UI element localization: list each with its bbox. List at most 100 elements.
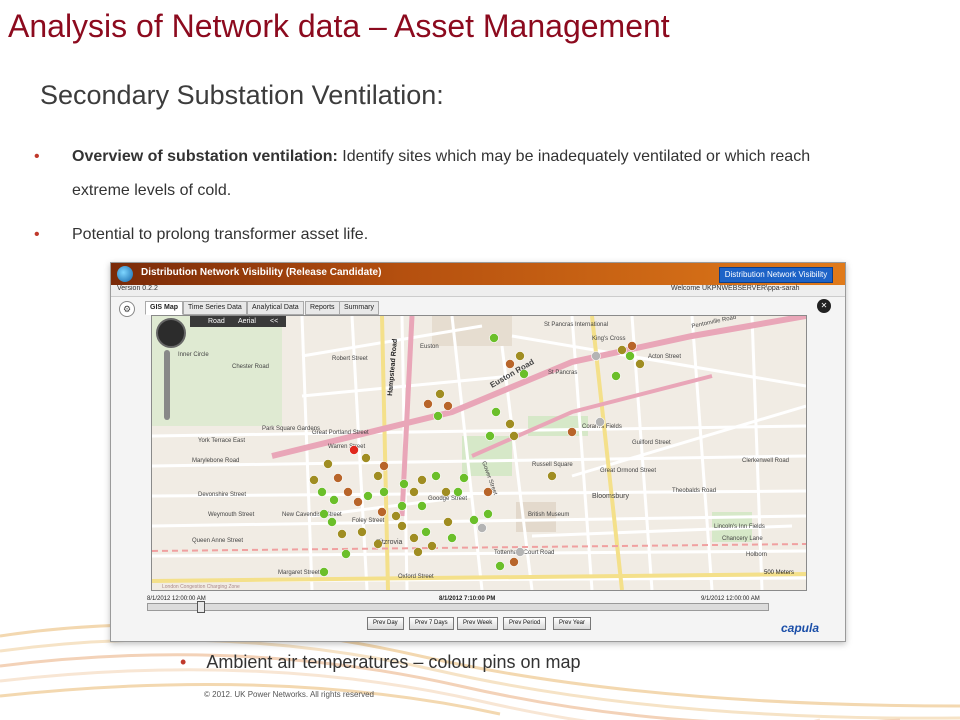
app-screenshot: Distribution Network Visibility (Release… — [110, 262, 846, 642]
temperature-pin[interactable] — [353, 497, 363, 507]
map-label: Guilford Street — [632, 440, 671, 446]
temperature-pin[interactable] — [435, 389, 445, 399]
temperature-pin[interactable] — [421, 527, 431, 537]
temperature-pin[interactable] — [399, 479, 409, 489]
temperature-pin[interactable] — [363, 491, 373, 501]
temperature-pin[interactable] — [591, 351, 601, 361]
map-canvas[interactable]: Pentonville Road St Pancras Internationa… — [152, 316, 806, 590]
prev-year-button[interactable]: Prev Year — [553, 617, 592, 630]
app-version: Version 0.2.2 — [117, 285, 158, 292]
temperature-pin[interactable] — [349, 445, 359, 455]
tab-summary[interactable]: Summary — [339, 301, 379, 315]
temperature-pin[interactable] — [509, 431, 519, 441]
temperature-pin[interactable] — [459, 473, 469, 483]
temperature-pin[interactable] — [595, 417, 605, 427]
temperature-pin[interactable] — [361, 453, 371, 463]
app-badge-button[interactable]: Distribution Network Visibility — [719, 267, 833, 283]
temperature-pin[interactable] — [409, 487, 419, 497]
temperature-pin[interactable] — [379, 461, 389, 471]
gis-map[interactable]: Pentonville Road St Pancras Internationa… — [151, 315, 807, 591]
map-label: Holborn — [746, 552, 767, 558]
temperature-pin[interactable] — [417, 501, 427, 511]
temperature-pin[interactable] — [379, 487, 389, 497]
map-mode-road-button[interactable]: Road — [208, 316, 225, 327]
temperature-pin[interactable] — [489, 333, 499, 343]
temperature-pin[interactable] — [397, 501, 407, 511]
bullet-bold: Overview of substation ventilation: — [72, 148, 338, 165]
temperature-pin[interactable] — [509, 557, 519, 567]
map-collapse-button[interactable]: << — [270, 316, 278, 327]
timeline-end: 9/1/2012 12:00:00 AM — [701, 596, 760, 602]
prev-period-button[interactable]: Prev Period — [503, 617, 547, 630]
temperature-pin[interactable] — [453, 487, 463, 497]
temperature-pin[interactable] — [611, 371, 621, 381]
map-label: Oxford Street — [398, 574, 434, 580]
temperature-pin[interactable] — [485, 431, 495, 441]
temperature-pin[interactable] — [491, 407, 501, 417]
temperature-pin[interactable] — [505, 419, 515, 429]
map-navigation-control[interactable] — [156, 318, 186, 348]
temperature-pin[interactable] — [441, 487, 451, 497]
temperature-pin[interactable] — [515, 351, 525, 361]
temperature-pin[interactable] — [343, 487, 353, 497]
temperature-pin[interactable] — [409, 533, 419, 543]
temperature-pin[interactable] — [547, 471, 557, 481]
tab-gis-map[interactable]: GIS Map — [145, 301, 184, 315]
temperature-pin[interactable] — [427, 541, 437, 551]
map-zoom-slider[interactable] — [164, 350, 170, 420]
temperature-pin[interactable] — [443, 517, 453, 527]
temperature-pin[interactable] — [483, 487, 493, 497]
temperature-pin[interactable] — [309, 475, 319, 485]
prev-day-button[interactable]: Prev Day — [367, 617, 404, 630]
map-label: Marylebone Road — [192, 458, 239, 464]
temperature-pin[interactable] — [357, 527, 367, 537]
temperature-pin[interactable] — [319, 509, 329, 519]
tab-reports[interactable]: Reports — [305, 301, 340, 315]
temperature-pin[interactable] — [443, 401, 453, 411]
temperature-pin[interactable] — [327, 517, 337, 527]
bullet-ambient-temperatures: • Ambient air temperatures – colour pins … — [180, 652, 581, 673]
close-icon[interactable]: ✕ — [817, 299, 831, 313]
temperature-pin[interactable] — [377, 507, 387, 517]
temperature-pin[interactable] — [323, 459, 333, 469]
temperature-pin[interactable] — [431, 471, 441, 481]
map-mode-aerial-button[interactable]: Aerial — [238, 316, 256, 327]
temperature-pin[interactable] — [625, 351, 635, 361]
temperature-pin[interactable] — [433, 411, 443, 421]
temperature-pin[interactable] — [373, 471, 383, 481]
map-label: London Congestion Charging Zone — [162, 584, 240, 590]
temperature-pin[interactable] — [519, 369, 529, 379]
temperature-pin[interactable] — [447, 533, 457, 543]
tab-time-series-data[interactable]: Time Series Data — [183, 301, 247, 315]
timeline-slider-thumb[interactable] — [196, 601, 205, 613]
temperature-pin[interactable] — [329, 495, 339, 505]
temperature-pin[interactable] — [477, 523, 487, 533]
temperature-pin[interactable] — [505, 359, 515, 369]
temperature-pin[interactable] — [423, 399, 433, 409]
temperature-pin[interactable] — [417, 475, 427, 485]
temperature-pin[interactable] — [391, 511, 401, 521]
temperature-pin[interactable] — [337, 529, 347, 539]
temperature-pin[interactable] — [341, 549, 351, 559]
prev-week-button[interactable]: Prev Week — [457, 617, 499, 630]
temperature-pin[interactable] — [333, 473, 343, 483]
tab-analytical-data[interactable]: Analytical Data — [247, 301, 304, 315]
temperature-pin[interactable] — [469, 515, 479, 525]
prev-7-days-button[interactable]: Prev 7 Days — [409, 617, 454, 630]
timeline-slider[interactable] — [147, 603, 769, 611]
settings-gear-icon[interactable]: ⚙ — [119, 301, 135, 317]
map-scale: 500 Meters — [764, 570, 795, 576]
temperature-pin[interactable] — [567, 427, 577, 437]
temperature-pin[interactable] — [627, 341, 637, 351]
temperature-pin[interactable] — [397, 521, 407, 531]
temperature-pin[interactable] — [483, 509, 493, 519]
temperature-pin[interactable] — [495, 561, 505, 571]
app-title: Distribution Network Visibility (Release… — [141, 267, 382, 278]
temperature-pin[interactable] — [319, 567, 329, 577]
temperature-pin[interactable] — [617, 345, 627, 355]
temperature-pin[interactable] — [317, 487, 327, 497]
temperature-pin[interactable] — [515, 547, 525, 557]
temperature-pin[interactable] — [635, 359, 645, 369]
temperature-pin[interactable] — [373, 539, 383, 549]
temperature-pin[interactable] — [413, 547, 423, 557]
